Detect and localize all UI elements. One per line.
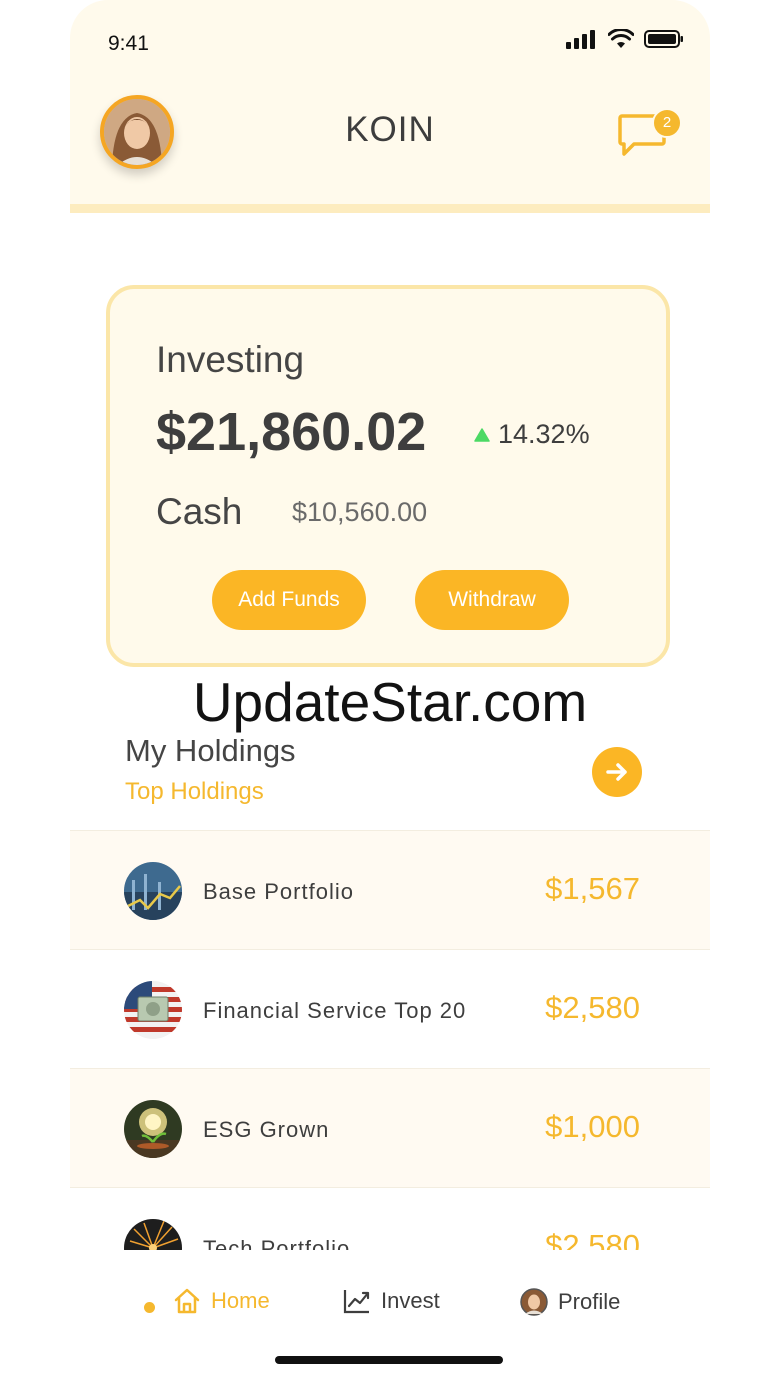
chart-photo-icon <box>124 862 182 920</box>
battery-icon <box>644 30 683 48</box>
change-percent: 14.32% <box>498 419 590 449</box>
holding-name: Base Portfolio <box>203 879 354 904</box>
home-indicator <box>275 1356 503 1364</box>
balance-card: Investing $21,860.02 14.32% Cash $10,560… <box>106 285 670 667</box>
nav-invest-label: Invest <box>381 1288 440 1313</box>
sparks-photo-icon <box>124 1219 182 1250</box>
nav-profile-label: Profile <box>558 1289 621 1314</box>
holding-name: Tech Portfolio <box>203 1236 351 1250</box>
watermark-text: UpdateStar.com <box>192 671 588 733</box>
app-screen: 9:41 KOIN 2 Investing $21,860.02 14.32% … <box>70 0 710 1387</box>
holdings-title: My Holdings <box>125 733 296 768</box>
holding-thumbnail <box>124 981 182 1039</box>
flag-currency-photo-icon <box>124 981 182 1039</box>
holdings-more-button[interactable] <box>592 747 642 797</box>
holding-row-tech-portfolio[interactable]: Tech Portfolio $2,580 <box>70 1187 710 1250</box>
holding-value: $2,580 <box>545 990 640 1025</box>
holding-row-esg-grown[interactable]: ESG Grown $1,000 <box>70 1068 710 1187</box>
holding-thumbnail <box>124 862 182 920</box>
triangle-up-icon <box>474 427 490 442</box>
home-icon <box>174 1288 200 1314</box>
header: 9:41 KOIN 2 <box>70 0 710 204</box>
status-icons <box>566 27 684 51</box>
bottom-nav: Home Invest Profile <box>70 1250 710 1387</box>
active-indicator-dot <box>144 1302 155 1313</box>
nav-home-label: Home <box>211 1288 270 1313</box>
holding-row-base-portfolio[interactable]: Base Portfolio $1,567 <box>70 830 710 949</box>
notification-badge: 2 <box>652 108 682 138</box>
bulb-plant-photo-icon <box>124 1100 182 1158</box>
app-title: KOIN <box>345 110 435 149</box>
header-divider <box>70 204 710 213</box>
arrow-right-icon <box>606 763 627 781</box>
holding-value: $1,000 <box>545 1109 640 1144</box>
cash-label: Cash <box>156 491 243 532</box>
holding-thumbnail <box>124 1219 182 1250</box>
change-indicator: 14.32% <box>474 419 590 450</box>
signal-icon <box>566 30 595 49</box>
holding-name: Financial Service Top 20 <box>203 998 467 1023</box>
cash-amount: $10,560.00 <box>292 497 428 527</box>
withdraw-button[interactable]: Withdraw <box>415 570 569 630</box>
holding-row-financial-service[interactable]: Financial Service Top 20 $2,580 <box>70 949 710 1068</box>
holdings-list: Base Portfolio $1,567 Financial Service … <box>70 830 710 1250</box>
holding-thumbnail <box>124 1100 182 1158</box>
wifi-icon <box>608 29 634 48</box>
holding-value: $1,567 <box>545 871 640 906</box>
add-funds-button[interactable]: Add Funds <box>212 570 366 630</box>
holdings-subtitle[interactable]: Top Holdings <box>125 778 264 806</box>
holding-value: $2,580 <box>545 1228 640 1250</box>
trend-chart-icon <box>343 1290 370 1314</box>
nav-home[interactable]: Home <box>173 1288 270 1314</box>
investing-amount: $21,860.02 <box>156 402 427 462</box>
profile-avatar-icon <box>520 1288 548 1316</box>
holding-name: ESG Grown <box>203 1117 330 1142</box>
investing-label: Investing <box>156 339 305 380</box>
status-time: 9:41 <box>108 32 149 55</box>
nav-invest[interactable]: Invest <box>343 1288 440 1314</box>
nav-profile[interactable]: Profile <box>520 1288 620 1316</box>
